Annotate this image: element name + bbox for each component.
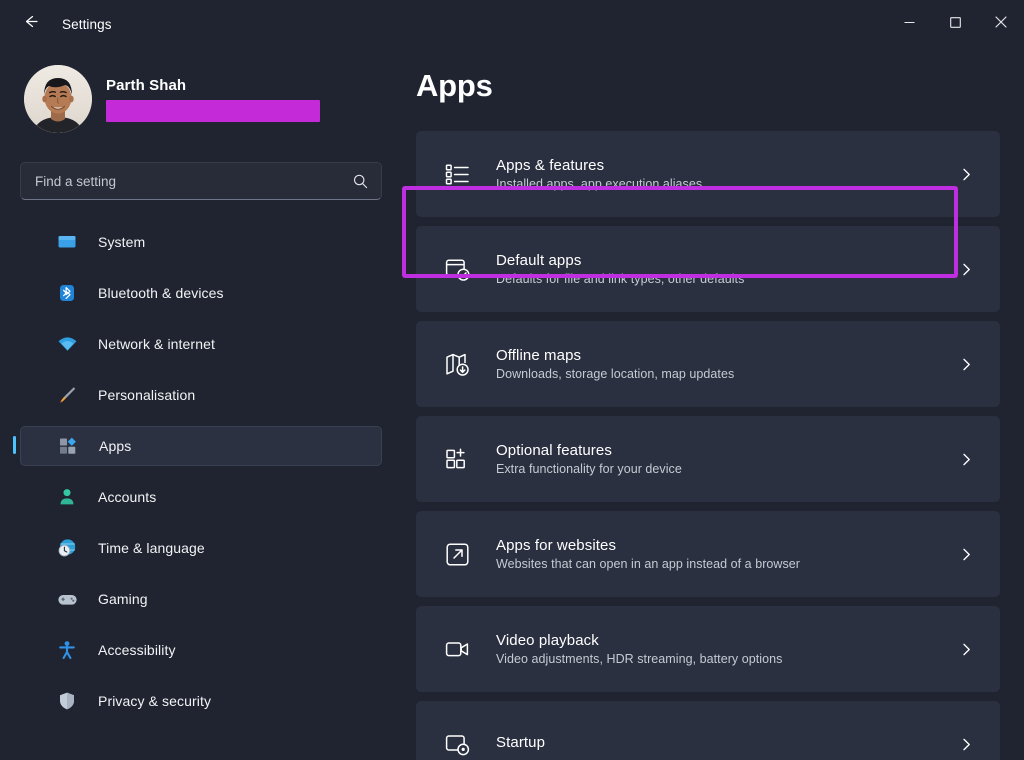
window-title: Settings (62, 16, 112, 32)
sidebar-item-system[interactable]: System (20, 222, 382, 262)
avatar (24, 65, 92, 133)
profile-text: Parth Shah (106, 77, 320, 122)
card-apps-for-websites[interactable]: Apps for websites Websites that can open… (416, 511, 1000, 597)
minimize-icon (904, 15, 915, 33)
sidebar-item-label: Bluetooth & devices (98, 285, 224, 301)
card-text: Video playback Video adjustments, HDR st… (496, 632, 959, 666)
back-button[interactable] (12, 8, 48, 40)
chevron-right-icon (959, 452, 974, 467)
card-text: Apps & features Installed apps, app exec… (496, 157, 959, 191)
monitor-icon (56, 231, 78, 253)
chevron-right-icon (959, 357, 974, 372)
card-text: Optional features Extra functionality fo… (496, 442, 959, 476)
card-subtitle: Video adjustments, HDR streaming, batter… (496, 652, 783, 666)
email-redaction-bar (106, 99, 320, 122)
sidebar-item-gaming[interactable]: Gaming (20, 579, 382, 619)
card-video-playback[interactable]: Video playback Video adjustments, HDR st… (416, 606, 1000, 692)
window-body: Parth Shah Find a setting System Bluetoo… (0, 48, 1024, 760)
startup-icon (442, 729, 472, 759)
card-text: Offline maps Downloads, storage location… (496, 347, 959, 381)
card-default-apps[interactable]: Default apps Defaults for file and link … (416, 226, 1000, 312)
card-optional-features[interactable]: Optional features Extra functionality fo… (416, 416, 1000, 502)
card-title: Default apps (496, 252, 582, 269)
clock-globe-icon (56, 537, 78, 559)
card-subtitle: Downloads, storage location, map updates (496, 367, 735, 381)
sidebar-item-bluetooth-devices[interactable]: Bluetooth & devices (20, 273, 382, 313)
main-content: Apps Apps & features Installed apps, app… (400, 48, 1024, 760)
sidebar-item-label: Time & language (98, 540, 205, 556)
sidebar-item-label: Privacy & security (98, 693, 212, 709)
card-title: Optional features (496, 442, 612, 459)
card-title: Apps & features (496, 157, 605, 174)
sidebar-item-label: Accounts (98, 489, 157, 505)
wifi-icon (56, 333, 78, 355)
search-icon[interactable] (352, 173, 369, 190)
grid-plus-icon (442, 444, 472, 474)
paintbrush-icon (56, 384, 78, 406)
card-subtitle: Extra functionality for your device (496, 462, 682, 476)
profile-name: Parth Shah (106, 76, 187, 94)
card-startup[interactable]: Startup (416, 701, 1000, 760)
sidebar-item-label: System (98, 234, 146, 250)
sidebar-item-accessibility[interactable]: Accessibility (20, 630, 382, 670)
sidebar-item-label: Apps (99, 438, 132, 454)
sidebar-item-privacy-security[interactable]: Privacy & security (20, 681, 382, 721)
card-text: Default apps Defaults for file and link … (496, 252, 959, 286)
settings-card-list: Apps & features Installed apps, app exec… (416, 131, 1000, 760)
back-arrow-icon (22, 13, 39, 35)
bluetooth-icon (56, 282, 78, 304)
chevron-right-icon (959, 547, 974, 562)
close-icon (995, 15, 1007, 33)
titlebar: Settings (0, 0, 1024, 48)
card-title: Startup (496, 734, 546, 751)
card-title: Apps for websites (496, 537, 617, 554)
sidebar-item-time-language[interactable]: Time & language (20, 528, 382, 568)
card-offline-maps[interactable]: Offline maps Downloads, storage location… (416, 321, 1000, 407)
chevron-right-icon (959, 167, 974, 182)
chevron-right-icon (959, 262, 974, 277)
card-subtitle: Installed apps, app execution aliases (496, 177, 703, 191)
sidebar-item-label: Accessibility (98, 642, 176, 658)
sidebar-nav: System Bluetooth & devices Network & int… (13, 222, 382, 721)
map-download-icon (442, 349, 472, 379)
person-icon (56, 486, 78, 508)
minimize-button[interactable] (886, 0, 932, 48)
user-profile[interactable]: Parth Shah (24, 60, 382, 138)
sidebar-item-label: Gaming (98, 591, 148, 607)
gamepad-icon (56, 588, 78, 610)
sidebar-item-personalisation[interactable]: Personalisation (20, 375, 382, 415)
settings-window: Settings Parth Shah Find a setting Syste… (0, 0, 1024, 760)
maximize-button[interactable] (932, 0, 978, 48)
maximize-icon (949, 15, 961, 33)
chevron-right-icon (959, 642, 974, 657)
shield-icon (56, 690, 78, 712)
card-text: Startup (496, 734, 959, 754)
card-title: Video playback (496, 632, 599, 649)
list-bullets-icon (442, 159, 472, 189)
accessibility-person-icon (56, 639, 78, 661)
card-text: Apps for websites Websites that can open… (496, 537, 959, 571)
sidebar-item-accounts[interactable]: Accounts (20, 477, 382, 517)
window-check-icon (442, 254, 472, 284)
search-box[interactable] (20, 162, 382, 200)
sidebar-item-network-internet[interactable]: Network & internet (20, 324, 382, 364)
sidebar-item-label: Network & internet (98, 336, 215, 352)
close-button[interactable] (978, 0, 1024, 48)
card-subtitle: Defaults for file and link types, other … (496, 272, 745, 286)
search-input[interactable] (35, 173, 352, 189)
video-camera-icon (442, 634, 472, 664)
card-title: Offline maps (496, 347, 582, 364)
sidebar-item-apps[interactable]: Apps (13, 426, 382, 466)
card-apps-and-features[interactable]: Apps & features Installed apps, app exec… (416, 131, 1000, 217)
card-subtitle: Websites that can open in an app instead… (496, 557, 800, 571)
sidebar: Parth Shah Find a setting System Bluetoo… (0, 48, 400, 760)
external-link-icon (442, 539, 472, 569)
chevron-right-icon (959, 737, 974, 752)
window-controls (886, 0, 1024, 48)
page-title: Apps (416, 68, 493, 103)
sidebar-item-label: Personalisation (98, 387, 196, 403)
apps-grid-icon (57, 435, 79, 457)
